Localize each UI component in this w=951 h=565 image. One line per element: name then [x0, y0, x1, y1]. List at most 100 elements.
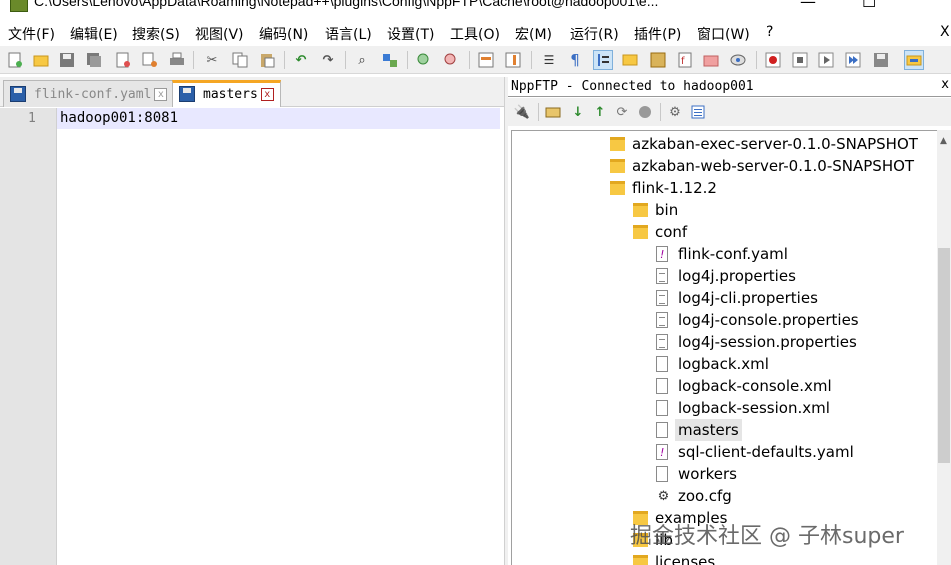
- menu-help[interactable]: ?: [766, 24, 773, 40]
- menu-file[interactable]: 文件(F): [8, 24, 55, 44]
- title-bar: C:\Users\Lenovo\AppData\Roaming\Notepad+…: [0, 0, 951, 18]
- doc-map-icon[interactable]: [648, 50, 668, 70]
- menu-settings[interactable]: 设置(T): [387, 24, 434, 44]
- watermark: 掘金技术社区 @ 子林super: [630, 524, 904, 549]
- file-icon: [656, 466, 668, 482]
- nppftp-title: NppFTP - Connected to hadoop001: [511, 79, 754, 94]
- pane-splitter[interactable]: [504, 77, 508, 565]
- folder-workspace-icon[interactable]: [701, 50, 721, 70]
- udl-icon[interactable]: [620, 50, 640, 70]
- menu-run[interactable]: 运行(R): [570, 24, 619, 44]
- file-icon: [656, 378, 668, 394]
- print-icon[interactable]: [167, 50, 187, 70]
- close-doc-button[interactable]: X: [940, 24, 950, 40]
- copy-icon[interactable]: [230, 50, 250, 70]
- sync-horizontal-icon[interactable]: [503, 50, 523, 70]
- folder-icon: [610, 159, 625, 173]
- tree-scrollbar[interactable]: ▲: [937, 130, 951, 565]
- sync-vertical-icon[interactable]: [476, 50, 496, 70]
- upload-icon[interactable]: ↑: [590, 102, 610, 122]
- play-macro-icon[interactable]: [816, 50, 836, 70]
- text-file-icon: [656, 290, 668, 306]
- stop-macro-icon[interactable]: [790, 50, 810, 70]
- line-number-gutter: 1: [0, 108, 57, 565]
- run-macro-icon[interactable]: [843, 50, 863, 70]
- svg-text:f: f: [681, 56, 685, 67]
- monitor-icon[interactable]: [728, 50, 748, 70]
- redo-icon[interactable]: ↷: [318, 50, 338, 70]
- close-all-icon[interactable]: [140, 50, 160, 70]
- save-state-icon: [179, 86, 195, 102]
- menu-macro[interactable]: 宏(M): [515, 24, 552, 44]
- maximize-button[interactable]: ☐: [862, 0, 876, 11]
- editor-area[interactable]: 1 hadoop001:8081: [0, 108, 504, 565]
- menu-plugins[interactable]: 插件(P): [634, 24, 681, 44]
- folder-icon: [633, 555, 648, 565]
- window-title: C:\Users\Lenovo\AppData\Roaming\Notepad+…: [34, 0, 659, 9]
- file-icon: [656, 400, 668, 416]
- yaml-file-icon: [656, 244, 668, 266]
- zoom-out-icon[interactable]: [441, 50, 461, 70]
- folder-icon: [610, 137, 625, 151]
- nppftp-header: NppFTP - Connected to hadoop001 x: [508, 77, 951, 97]
- minimize-button[interactable]: —: [800, 0, 816, 11]
- folder-icon: [610, 181, 625, 195]
- tab-bar: flink-conf.yaml x masters x: [0, 77, 504, 107]
- cut-icon[interactable]: ✂: [202, 50, 222, 70]
- menu-edit[interactable]: 编辑(E): [70, 24, 118, 44]
- line-number: 1: [28, 111, 36, 126]
- save-icon[interactable]: [57, 50, 77, 70]
- scroll-up-arrow-icon[interactable]: ▲: [940, 136, 947, 146]
- close-icon[interactable]: [113, 50, 133, 70]
- connect-icon[interactable]: 🔌: [512, 102, 532, 122]
- menu-bar: 文件(F) 编辑(E) 搜索(S) 视图(V) 编码(N) 语言(L) 设置(T…: [0, 22, 951, 44]
- open-folder-icon[interactable]: [543, 102, 563, 122]
- open-file-icon[interactable]: [31, 50, 51, 70]
- record-macro-icon[interactable]: [763, 50, 783, 70]
- nppftp-close-button[interactable]: x: [941, 77, 949, 92]
- new-file-icon[interactable]: [5, 50, 25, 70]
- replace-icon[interactable]: [380, 50, 400, 70]
- menu-language[interactable]: 语言(L): [325, 24, 372, 44]
- tab-close-icon[interactable]: x: [260, 88, 274, 101]
- menu-search[interactable]: 搜索(S): [132, 24, 180, 44]
- file-icon: [656, 356, 668, 372]
- function-list-icon[interactable]: f: [675, 50, 695, 70]
- code-line[interactable]: hadoop001:8081: [60, 110, 178, 126]
- folder-icon: [633, 203, 648, 217]
- find-icon[interactable]: ⌕: [352, 50, 372, 70]
- save-state-icon: [10, 86, 26, 102]
- notepadpp-icon: [10, 0, 28, 12]
- undo-icon[interactable]: ↶: [291, 50, 311, 70]
- save-macro-icon[interactable]: [871, 50, 891, 70]
- file-icon: [656, 422, 668, 438]
- show-all-chars-icon[interactable]: ¶: [565, 50, 585, 70]
- menu-window[interactable]: 窗口(W): [697, 24, 750, 44]
- indent-guide-icon[interactable]: [593, 50, 613, 70]
- tab-flink-conf[interactable]: flink-conf.yaml x: [3, 80, 175, 107]
- queue-icon[interactable]: [688, 102, 708, 122]
- refresh-icon[interactable]: ⟳: [612, 102, 632, 122]
- nppftp-toolbar: 🔌 ↓ ↑ ⟳ ⚙: [508, 98, 951, 126]
- save-all-icon[interactable]: [84, 50, 104, 70]
- scrollbar-thumb[interactable]: [938, 248, 950, 463]
- download-icon[interactable]: ↓: [568, 102, 588, 122]
- abort-icon[interactable]: [635, 102, 655, 122]
- text-file-icon: [656, 268, 668, 284]
- tab-label: flink-conf.yaml: [34, 87, 152, 102]
- tab-close-icon[interactable]: x: [154, 88, 168, 101]
- menu-encoding[interactable]: 编码(N): [259, 24, 308, 44]
- remote-file-tree[interactable]: azkaban-exec-server-0.1.0-SNAPSHOT azkab…: [511, 130, 937, 565]
- tab-masters[interactable]: masters x: [172, 80, 281, 107]
- text-file-icon: [656, 312, 668, 328]
- settings-icon[interactable]: ⚙: [665, 102, 685, 122]
- menu-view[interactable]: 视图(V): [195, 24, 244, 44]
- yaml-file-icon: [656, 442, 668, 464]
- zoom-in-icon[interactable]: [414, 50, 434, 70]
- word-wrap-icon[interactable]: ☰: [539, 50, 559, 70]
- tab-label: masters: [203, 87, 258, 102]
- menu-tools[interactable]: 工具(O): [450, 24, 500, 44]
- paste-icon[interactable]: [257, 50, 277, 70]
- nppftp-icon[interactable]: [904, 50, 924, 70]
- main-toolbar: ✂ ↶ ↷ ⌕ ☰ ¶ f: [0, 46, 951, 74]
